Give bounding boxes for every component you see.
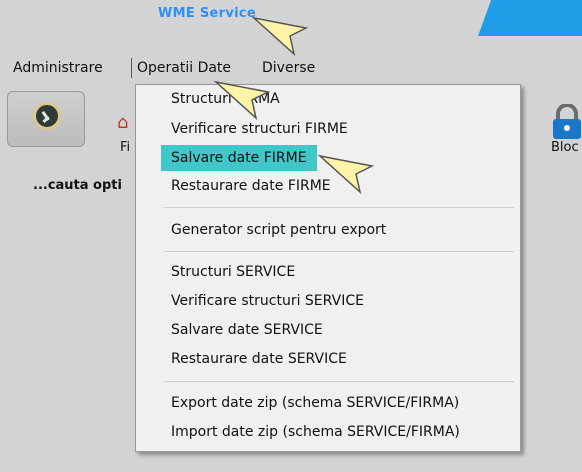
menu-separator — [164, 251, 514, 252]
menu-separator — [164, 207, 514, 208]
menu-item-restaurare-date-firme[interactable]: Restaurare date FIRME — [171, 178, 331, 194]
menu-item-structuri-service[interactable]: Structuri SERVICE — [171, 264, 295, 280]
app-title: WME Service — [158, 6, 257, 21]
clock-icon — [33, 102, 61, 130]
home-icon[interactable]: ⌂ — [117, 112, 128, 133]
lock-icon[interactable] — [551, 104, 582, 140]
menu-item-salvare-date-firme[interactable]: Salvare date FIRME — [161, 145, 317, 171]
operatii-date-dropdown: Structuri FIRMA Verificare structuri FIR… — [135, 84, 521, 452]
menu-separator — [164, 381, 514, 382]
title-accent-tab — [478, 0, 582, 36]
clock-button[interactable] — [7, 91, 85, 147]
menu-diverse[interactable]: Diverse — [262, 60, 315, 76]
menu-item-verificare-structuri-firme[interactable]: Verificare structuri FIRME — [171, 121, 348, 137]
menu-separator — [131, 58, 132, 78]
menu-operatii-date[interactable]: Operatii Date — [137, 60, 231, 76]
search-option-field[interactable]: ...cauta opti — [33, 178, 122, 193]
menu-item-generator-script[interactable]: Generator script pentru export — [171, 222, 386, 238]
menu-administrare[interactable]: Administrare — [13, 60, 103, 76]
cursor-arrow-icon — [251, 16, 309, 57]
cursor-arrow-icon — [213, 80, 271, 121]
menu-item-export-date-zip[interactable]: Export date zip (schema SERVICE/FIRMA) — [171, 395, 459, 411]
menu-item-salvare-date-service[interactable]: Salvare date SERVICE — [171, 322, 323, 338]
menu-item-import-date-zip[interactable]: Import date zip (schema SERVICE/FIRMA) — [171, 424, 460, 440]
firme-button-label[interactable]: Fi — [120, 140, 130, 155]
menu-item-restaurare-date-service[interactable]: Restaurare date SERVICE — [171, 351, 347, 367]
cursor-arrow-icon — [317, 154, 375, 195]
bloc-button-label[interactable]: Bloc — [551, 140, 579, 155]
menu-item-verificare-structuri-service[interactable]: Verificare structuri SERVICE — [171, 293, 364, 309]
